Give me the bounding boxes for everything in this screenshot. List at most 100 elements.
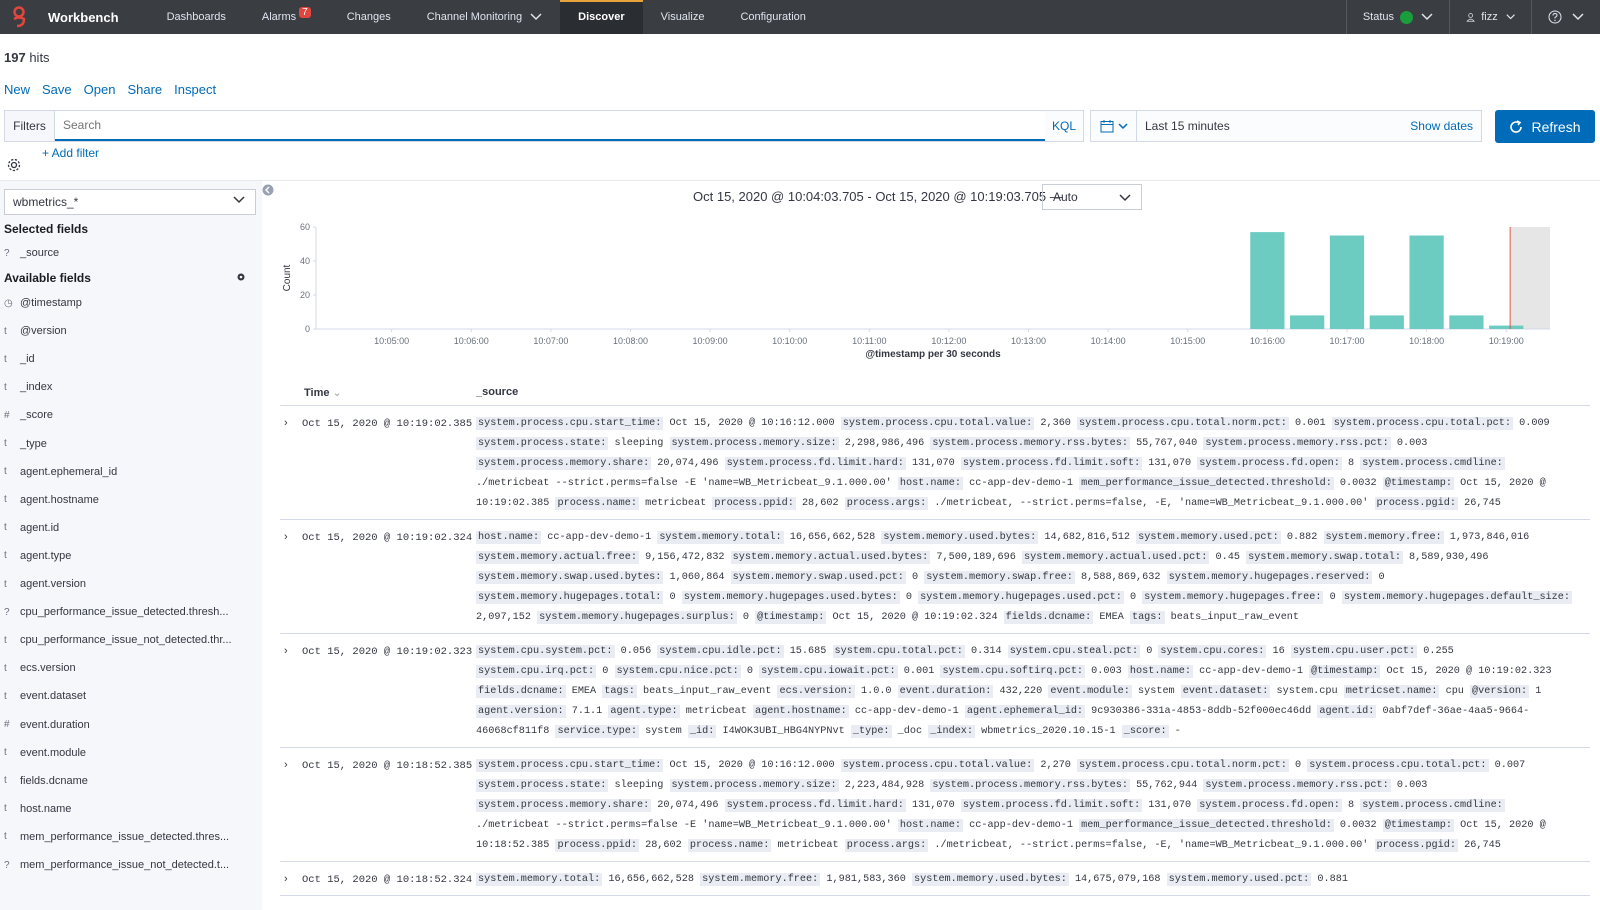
source-field-key: system.process.memory.size: bbox=[669, 437, 839, 450]
source-field-key: system.memory.swap.free: bbox=[924, 571, 1075, 584]
nav-alarms[interactable]: Alarms 7 bbox=[244, 0, 329, 34]
index-pattern-select[interactable]: wbmetrics_* bbox=[4, 189, 256, 215]
quick-menu-button[interactable] bbox=[1091, 111, 1137, 141]
source-field-value: 0 bbox=[1123, 592, 1143, 603]
expand-row-icon[interactable]: › bbox=[284, 873, 288, 885]
available-field-item[interactable]: # event.duration bbox=[4, 719, 90, 731]
available-field-item[interactable]: ? mem_performance_issue_not_detected.t... bbox=[4, 859, 229, 871]
user-menu[interactable]: fizz bbox=[1449, 0, 1531, 34]
source-field-key: agent.version: bbox=[476, 705, 566, 718]
y-tick-label: 40 bbox=[300, 256, 310, 266]
time-column-header[interactable]: Time ⌄ bbox=[304, 386, 342, 399]
source-field-key: system.memory.free: bbox=[700, 873, 821, 886]
source-field-key: _id: bbox=[687, 725, 717, 738]
available-field-item[interactable]: t host.name bbox=[4, 803, 71, 815]
date-range-text[interactable]: Last 15 minutes bbox=[1137, 119, 1410, 133]
status-menu[interactable]: Status bbox=[1345, 0, 1449, 34]
field-name: event.dataset bbox=[20, 690, 87, 703]
available-field-item[interactable]: t ecs.version bbox=[4, 662, 76, 674]
available-field-item[interactable]: t cpu_performance_issue_not_detected.thr.… bbox=[4, 634, 232, 646]
x-tick-label: 10:18:00 bbox=[1409, 336, 1444, 346]
time-column-label: Time bbox=[304, 387, 330, 399]
nav-changes[interactable]: Changes bbox=[329, 0, 409, 34]
source-field-value: 131,070 bbox=[1142, 800, 1198, 811]
source-field-value: 0.0032 bbox=[1333, 478, 1383, 489]
available-fields-heading: Available fields bbox=[4, 271, 91, 285]
source-field-value: Oct 15, 2020 @ 10:19:02.324 bbox=[826, 612, 1004, 623]
nav-configuration[interactable]: Configuration bbox=[722, 0, 823, 34]
kql-toggle[interactable]: KQL bbox=[1045, 111, 1083, 141]
show-dates-link[interactable]: Show dates bbox=[1410, 119, 1481, 133]
x-tick-label: 10:08:00 bbox=[613, 336, 648, 346]
gear-icon[interactable] bbox=[236, 272, 246, 282]
nav-channel-monitoring[interactable]: Channel Monitoring bbox=[409, 0, 560, 34]
share-link[interactable]: Share bbox=[127, 82, 162, 97]
x-tick-label: 10:17:00 bbox=[1329, 336, 1364, 346]
refresh-button[interactable]: Refresh bbox=[1495, 110, 1595, 143]
field-type-icon: ? bbox=[4, 859, 10, 871]
source-field-key: system.memory.free: bbox=[1323, 531, 1444, 544]
source-field-value: 0 bbox=[663, 592, 682, 603]
available-field-item[interactable]: t _type bbox=[4, 438, 47, 450]
expand-row-icon[interactable]: › bbox=[284, 417, 288, 429]
available-field-item[interactable]: t _id bbox=[4, 353, 35, 365]
source-field-key: system.process.cpu.start_time: bbox=[476, 759, 664, 772]
add-filter-link[interactable]: + Add filter bbox=[42, 146, 99, 160]
selected-field-item[interactable]: ? _source bbox=[4, 247, 59, 259]
interval-select[interactable]: Auto bbox=[1042, 184, 1142, 210]
nav-visualize[interactable]: Visualize bbox=[643, 0, 723, 34]
app-logo-icon[interactable] bbox=[0, 0, 38, 34]
source-field-value: Oct 15, 2020 @ 10:19:02.323 bbox=[1380, 666, 1552, 677]
source-field-value: 28,602 bbox=[638, 840, 688, 851]
source-field-value: 0.003 bbox=[1390, 438, 1428, 449]
available-field-item[interactable]: t fields.dcname bbox=[4, 775, 88, 787]
collapse-sidebar-icon[interactable] bbox=[262, 184, 274, 196]
source-field-value: wbmetrics_2020.10.15-1 bbox=[975, 726, 1122, 737]
nav-discover[interactable]: Discover bbox=[560, 0, 644, 34]
available-field-item[interactable]: t agent.type bbox=[4, 550, 71, 562]
source-field-value: beats_input_raw_event bbox=[1164, 612, 1300, 623]
help-menu[interactable] bbox=[1531, 0, 1600, 34]
source-field-value: 2,298,986,496 bbox=[838, 438, 931, 449]
source-field-value: cc-app-dev-demo-1 bbox=[848, 706, 965, 717]
nav-dashboards[interactable]: Dashboards bbox=[149, 0, 244, 34]
source-field-key: system.memory.hugepages.reserved: bbox=[1166, 571, 1373, 584]
available-field-item[interactable]: t @version bbox=[4, 325, 67, 337]
search-input[interactable] bbox=[55, 111, 1045, 141]
source-field-key: _index: bbox=[928, 725, 976, 738]
available-field-item[interactable]: ? cpu_performance_issue_detected.thresh..… bbox=[4, 606, 229, 618]
histogram-chart[interactable]: 0 20 40 60 10:05:00 10:06:00 10:07:00 10:08:00 1… bbox=[280, 181, 1590, 381]
histogram-bar bbox=[1369, 315, 1404, 329]
available-field-item[interactable]: t agent.hostname bbox=[4, 494, 99, 506]
expand-row-icon[interactable]: › bbox=[284, 531, 288, 543]
source-field-value: 0 bbox=[736, 612, 756, 623]
open-link[interactable]: Open bbox=[84, 82, 116, 97]
source-field-value: beats_input_raw_event bbox=[636, 686, 778, 697]
x-tick-label: 10:05:00 bbox=[374, 336, 409, 346]
available-field-item[interactable]: # _score bbox=[4, 409, 53, 421]
source-field-value: 26,745 bbox=[1458, 498, 1501, 509]
source-field-value: Oct 15, 2020 @ 10:16:12.000 bbox=[663, 760, 841, 771]
available-field-item[interactable]: t mem_performance_issue_detected.thres... bbox=[4, 831, 229, 843]
field-name: _score bbox=[20, 409, 54, 422]
source-field-value: 0 bbox=[1140, 646, 1159, 657]
expand-row-icon[interactable]: › bbox=[284, 759, 288, 771]
available-field-item[interactable]: t _index bbox=[4, 381, 52, 393]
save-link[interactable]: Save bbox=[42, 82, 72, 97]
histogram-bar bbox=[1449, 315, 1484, 329]
expand-row-icon[interactable]: › bbox=[284, 645, 288, 657]
inspect-link[interactable]: Inspect bbox=[174, 82, 216, 97]
available-field-item[interactable]: t agent.version bbox=[4, 578, 86, 590]
source-field-value: 16,656,662,528 bbox=[602, 874, 701, 885]
new-link[interactable]: New bbox=[4, 82, 30, 97]
available-field-item[interactable]: t event.dataset bbox=[4, 690, 86, 702]
settings-gear-icon[interactable] bbox=[6, 157, 22, 178]
available-field-item[interactable]: ◷ @timestamp bbox=[4, 297, 82, 309]
source-field-key: system.memory.used.bytes: bbox=[911, 873, 1069, 886]
available-field-item[interactable]: t agent.ephemeral_id bbox=[4, 466, 117, 478]
nav-dashboards-label: Dashboards bbox=[166, 11, 226, 23]
source-field-value: 0 bbox=[905, 572, 925, 583]
available-field-item[interactable]: t agent.id bbox=[4, 522, 59, 534]
available-field-item[interactable]: t event.module bbox=[4, 747, 86, 759]
filters-button[interactable]: Filters bbox=[5, 111, 55, 141]
